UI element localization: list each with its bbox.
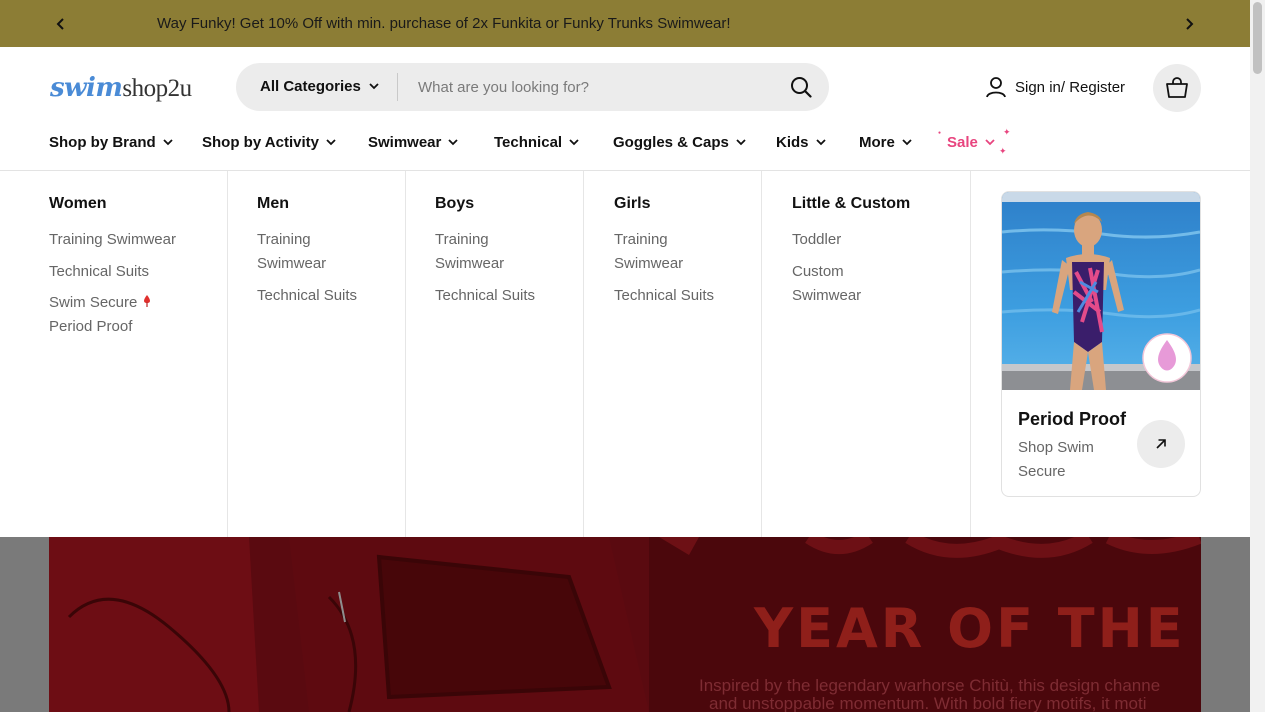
cart-button[interactable] (1153, 64, 1201, 112)
nav-technical[interactable]: Technical (494, 134, 579, 151)
page-overlay (0, 537, 49, 712)
category-dropdown-label: All Categories (260, 78, 361, 95)
mega-menu-dropdown: Women Training Swimwear Technical Suits … (0, 171, 1250, 537)
nav-swimwear[interactable]: Swimwear (368, 134, 459, 151)
nav-goggles-caps[interactable]: Goggles & Caps (613, 134, 746, 151)
logo-swim-text: swim (50, 73, 123, 103)
nav-label: Shop by Activity (202, 134, 319, 151)
menu-column-little-custom: Little & Custom Toddler Custom Swimwear (761, 171, 970, 537)
promo-image (1002, 192, 1200, 390)
menu-column-women: Women Training Swimwear Technical Suits … (0, 171, 227, 537)
menu-link-training-swimwear[interactable]: Training Swimwear (435, 228, 504, 276)
nav-label: Sale (947, 134, 978, 151)
column-heading: Women (49, 195, 107, 212)
chevron-down-icon (815, 139, 826, 146)
menu-column-boys: Boys Training Swimwear Technical Suits (405, 171, 583, 537)
promo-subtitle: Shop Swim Secure (1018, 439, 1094, 480)
nav-shop-by-activity[interactable]: Shop by Activity (202, 134, 336, 151)
chevron-down-icon (326, 139, 336, 146)
chevron-down-icon (163, 139, 173, 146)
promo-card-period-proof[interactable]: Period Proof Shop Swim Secure (1001, 191, 1201, 497)
nav-shop-by-brand[interactable]: Shop by Brand (49, 134, 173, 151)
announcement-message[interactable]: Way Funky! Get 10% Off with min. purchas… (157, 15, 731, 32)
nav-kids[interactable]: Kids (776, 134, 826, 151)
menu-link-label: Swimwear (257, 255, 327, 272)
menu-link-training-swimwear[interactable]: Training Swimwear (257, 228, 326, 276)
menu-link-label: Training (435, 231, 489, 248)
sign-in-link[interactable]: Sign in/ Register (985, 76, 1125, 98)
chevron-down-icon (985, 139, 995, 146)
search-bar: All Categories (236, 63, 829, 111)
menu-link-label: Custom (792, 263, 844, 280)
blood-drop-pin-icon (143, 295, 150, 307)
nav-label: Shop by Brand (49, 134, 156, 151)
announcement-prev-arrow-icon[interactable] (49, 12, 73, 36)
shopping-bag-icon (1166, 77, 1188, 98)
menu-link-label: Swimwear (792, 287, 862, 304)
sparkle-icon: ✦ (999, 146, 1007, 156)
menu-link-toddler[interactable]: Toddler (792, 228, 841, 252)
column-heading: Little & Custom (792, 195, 911, 212)
chevron-down-icon (448, 139, 459, 146)
page-scrollbar[interactable] (1250, 0, 1265, 712)
menu-column-girls: Girls Training Swimwear Technical Suits (583, 171, 761, 537)
sparkle-icon: ✦ (1003, 127, 1011, 137)
sparkle-icon: ● (938, 130, 942, 136)
nav-more[interactable]: More (859, 134, 912, 151)
chevron-down-icon (736, 139, 746, 146)
promo-title: Period Proof (1018, 409, 1127, 429)
category-dropdown[interactable]: All Categories (260, 78, 379, 95)
logo-shop-text: shop2u (122, 75, 192, 102)
menu-link-technical-suits[interactable]: Technical Suits (49, 260, 149, 284)
arrow-up-right-icon (1156, 439, 1166, 449)
nav-label: More (859, 134, 895, 151)
banner-description: Inspired by the legendary warhorse Chitù… (699, 677, 1201, 712)
banner-desc-line: and unstoppable momentum. With bold fier… (709, 694, 1147, 712)
column-heading: Men (257, 195, 289, 212)
nav-label: Technical (494, 134, 563, 151)
arrow-up-right-button[interactable] (1137, 420, 1185, 468)
scrollbar-thumb[interactable] (1253, 2, 1262, 74)
menu-link-technical-suits[interactable]: Technical Suits (257, 284, 357, 308)
page-overlay (1201, 537, 1250, 712)
chevron-down-icon (902, 139, 912, 146)
menu-link-label: Training (614, 231, 668, 248)
search-icon[interactable] (790, 76, 812, 103)
site-logo[interactable]: swimshop2u (50, 72, 192, 103)
search-divider (397, 73, 398, 101)
menu-link-training-swimwear[interactable]: Training Swimwear (614, 228, 683, 276)
announcement-next-arrow-icon[interactable] (1177, 12, 1201, 36)
announcement-bar: Way Funky! Get 10% Off with min. purchas… (0, 0, 1250, 47)
main-nav: Shop by Brand Shop by Activity Swimwear … (0, 127, 1250, 171)
menu-link-technical-suits[interactable]: Technical Suits (435, 284, 535, 308)
menu-link-label: Training (257, 231, 311, 248)
hero-banner: YEAR OF THE HO Inspired by the legendary… (49, 537, 1201, 712)
chevron-down-icon (369, 83, 379, 90)
menu-link-label: Swimwear (614, 255, 684, 272)
nav-label: Kids (776, 134, 809, 151)
menu-link-swim-secure-period-proof[interactable]: Swim Secure Period Proof (49, 291, 152, 339)
column-heading: Girls (614, 195, 651, 212)
menu-link-custom-swimwear[interactable]: Custom Swimwear (792, 260, 861, 308)
nav-label: Swimwear (368, 134, 442, 151)
menu-link-label: Period Proof (49, 318, 133, 335)
menu-column-men: Men Training Swimwear Technical Suits (227, 171, 405, 537)
column-heading: Boys (435, 195, 475, 212)
user-icon (986, 77, 1006, 98)
chevron-down-icon (569, 139, 579, 146)
banner-desc-line: Inspired by the legendary warhorse Chitù… (699, 676, 1161, 695)
nav-sale[interactable]: Sale (947, 134, 995, 151)
menu-link-training-swimwear[interactable]: Training Swimwear (49, 228, 176, 252)
menu-link-label: Swim Secure (49, 294, 138, 311)
banner-title: YEAR OF THE HO (754, 597, 1201, 660)
nav-label: Goggles & Caps (613, 134, 729, 151)
site-header: swimshop2u All Categories Sign in/ Regis… (0, 47, 1250, 127)
sign-in-label: Sign in/ Register (1015, 78, 1126, 96)
menu-link-technical-suits[interactable]: Technical Suits (614, 284, 714, 308)
menu-link-label: Swimwear (435, 255, 505, 272)
search-input[interactable] (406, 71, 766, 103)
